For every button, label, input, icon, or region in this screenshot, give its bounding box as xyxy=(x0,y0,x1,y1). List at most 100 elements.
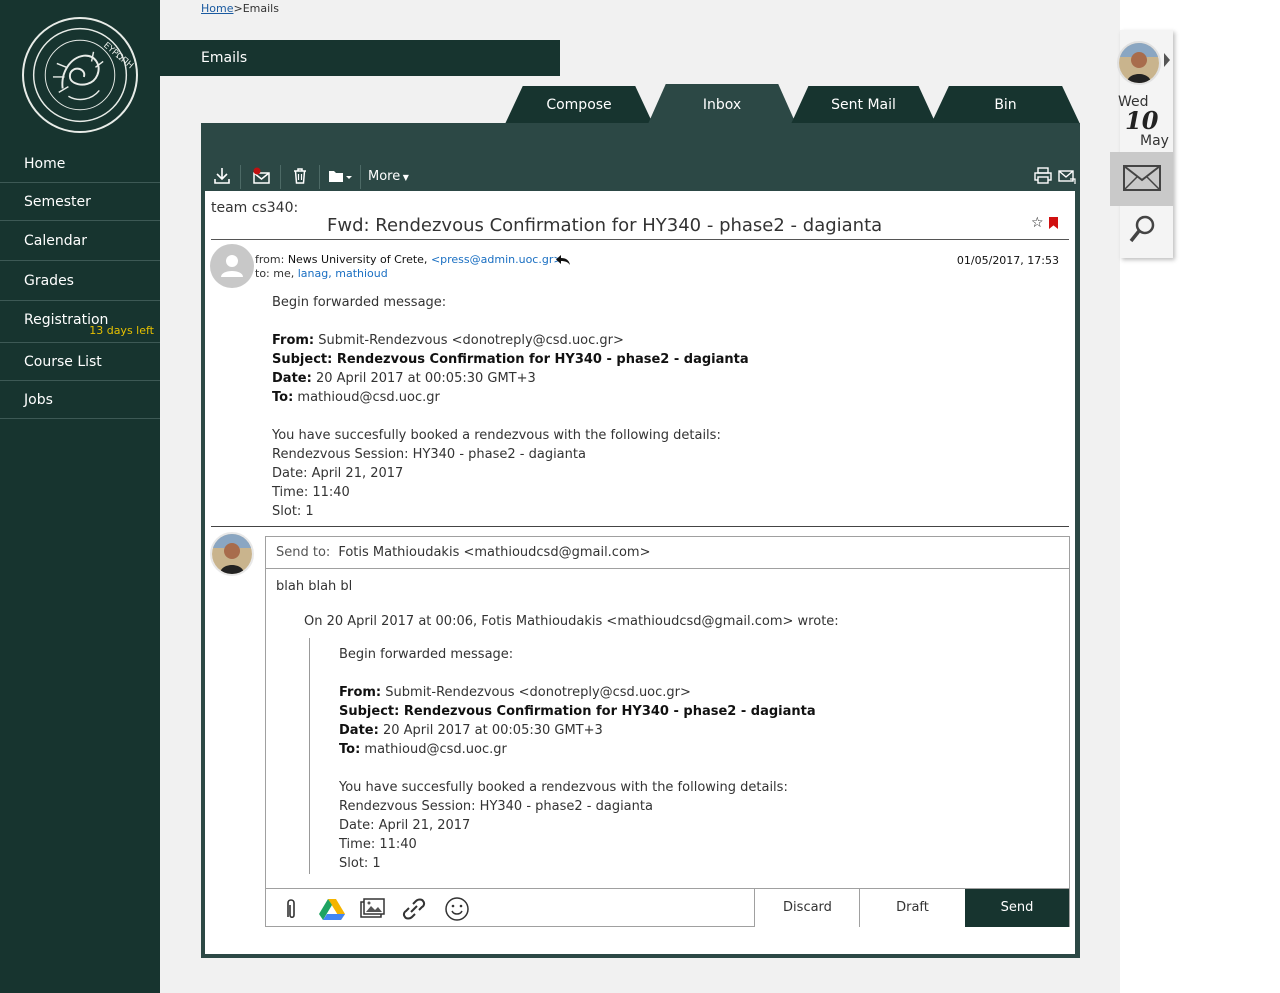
emoji-icon[interactable] xyxy=(443,895,471,923)
quote-to-value: mathioud@csd.uoc.gr xyxy=(364,742,507,757)
sender-name: News University of Crete, xyxy=(287,253,428,266)
svg-text:ΕΥΡΩΠΗ: ΕΥΡΩΠΗ xyxy=(101,41,135,72)
message-from: from: News University of Crete, <press@a… xyxy=(255,253,563,266)
mail-folder-label: team cs340: xyxy=(211,200,299,216)
quote-line: Rendezvous Session: HY340 - phase2 - dag… xyxy=(339,799,653,814)
reply-icon[interactable] xyxy=(555,253,571,271)
quote-header: On 20 April 2017 at 00:06, Fotis Mathiou… xyxy=(304,614,839,629)
quote-line: Slot: 1 xyxy=(339,856,381,871)
calendar-day: 10 xyxy=(1125,106,1159,135)
images-icon[interactable] xyxy=(358,895,386,923)
university-logo[interactable]: ΕΥΡΩΠΗ xyxy=(22,17,138,133)
page-title: Emails xyxy=(160,40,560,76)
send-to-field[interactable]: Send to: Fotis Mathioudakis <mathioudcsd@… xyxy=(266,537,1069,569)
sidebar-item-jobs[interactable]: Jobs xyxy=(0,381,160,419)
compose-footer: Discard Draft Send xyxy=(266,888,1069,927)
body-from-value: Submit-Rendezvous <donotreply@csd.uoc.gr… xyxy=(318,333,624,348)
sidebar-item-label: Semester xyxy=(24,194,91,210)
mail-icon xyxy=(1123,165,1161,191)
attachment-icon[interactable] xyxy=(278,895,306,923)
quote-to-label: To: xyxy=(339,742,361,757)
print-icon[interactable] xyxy=(1033,165,1053,189)
quote-line: You have succesfully booked a rendezvous… xyxy=(339,780,788,795)
body-date-label: Date: xyxy=(272,371,312,386)
more-label: More xyxy=(368,169,401,184)
sidebar-item-course-list[interactable]: Course List xyxy=(0,343,160,381)
quick-panel: Wed 10 May xyxy=(1110,30,1173,258)
send-to-value: Fotis Mathioudakis <mathioudcsd@gmail.co… xyxy=(338,545,651,560)
tab-label: Compose xyxy=(546,97,612,113)
body-intro: Begin forwarded message: xyxy=(272,295,447,310)
body-line: Date: April 21, 2017 xyxy=(272,466,404,481)
sender-email-link[interactable]: <press@admin.uoc.gr> xyxy=(431,253,563,266)
message-date: 01/05/2017, 17:53 xyxy=(956,254,1059,267)
user-avatar xyxy=(210,532,254,576)
quote-date-value: 20 April 2017 at 00:05:30 GMT+3 xyxy=(382,723,603,738)
mail-toolbar: More ▼ xyxy=(201,163,1080,191)
breadcrumb-home-link[interactable]: Home xyxy=(201,2,233,15)
quoted-message: Begin forwarded message: From: Submit-Re… xyxy=(339,645,816,873)
sidebar-item-semester[interactable]: Semester xyxy=(0,183,160,221)
search-icon[interactable] xyxy=(1126,212,1160,246)
body-from-label: From: xyxy=(272,333,315,348)
recipient-link[interactable]: mathioud xyxy=(335,267,387,280)
body-line: Time: 11:40 xyxy=(272,485,350,500)
subject-divider xyxy=(211,239,1069,240)
folder-move-icon[interactable] xyxy=(328,165,354,189)
more-dropdown[interactable]: More ▼ xyxy=(368,165,409,189)
sidebar-item-registration[interactable]: Registration 13 days left xyxy=(0,301,160,343)
body-line: Slot: 1 xyxy=(272,504,314,519)
draft-button[interactable]: Draft xyxy=(859,889,965,927)
quote-date-label: Date: xyxy=(339,723,379,738)
mail-shortcut[interactable] xyxy=(1110,152,1173,206)
breadcrumb: Home>Emails xyxy=(201,2,279,15)
sidebar: ΕΥΡΩΠΗ Home Semester Calendar Grades Reg… xyxy=(0,0,160,993)
google-drive-icon[interactable] xyxy=(318,895,346,923)
toolbar-divider xyxy=(280,165,281,189)
tab-inbox[interactable]: Inbox xyxy=(648,84,796,124)
breadcrumb-separator: > xyxy=(233,2,243,15)
profile-avatar[interactable] xyxy=(1117,41,1161,85)
tab-sent-mail[interactable]: Sent Mail xyxy=(791,86,936,124)
link-icon[interactable] xyxy=(400,895,428,923)
download-icon[interactable] xyxy=(213,165,231,189)
message-body: Begin forwarded message: From: Submit-Re… xyxy=(272,293,749,521)
toolbar-divider xyxy=(240,165,241,189)
mark-unread-icon[interactable] xyxy=(251,165,271,189)
sidebar-item-label: Course List xyxy=(24,354,102,370)
to-prefix: to: me, xyxy=(255,267,295,280)
tab-bin[interactable]: Bin xyxy=(931,86,1080,124)
body-line: You have succesfully booked a rendezvous… xyxy=(272,428,721,443)
quote-from-value: Submit-Rendezvous <donotreply@csd.uoc.gr… xyxy=(385,685,691,700)
reply-compose: Send to: Fotis Mathioudakis <mathioudcsd@… xyxy=(265,536,1070,927)
sidebar-nav: Home Semester Calendar Grades Registrati… xyxy=(0,145,160,419)
from-prefix: from: xyxy=(255,253,285,266)
registration-deadline-badge: 13 days left xyxy=(89,324,154,337)
sidebar-item-home[interactable]: Home xyxy=(0,145,160,183)
sidebar-item-grades[interactable]: Grades xyxy=(0,261,160,301)
quote-from-label: From: xyxy=(339,685,382,700)
message-to: to: me, lanag, mathioud xyxy=(255,267,388,280)
recipient-link[interactable]: lanag, xyxy=(298,267,332,280)
quote-line: Date: April 21, 2017 xyxy=(339,818,471,833)
sidebar-item-label: Grades xyxy=(24,273,74,289)
body-to-label: To: xyxy=(272,390,294,405)
sidebar-item-calendar[interactable]: Calendar xyxy=(0,221,160,261)
expand-arrow-icon[interactable] xyxy=(1164,53,1170,67)
breadcrumb-current: Emails xyxy=(242,2,279,15)
body-date-value: 20 April 2017 at 00:05:30 GMT+3 xyxy=(315,371,536,386)
sender-avatar xyxy=(210,244,254,288)
quote-subject: Subject: Rendezvous Confirmation for HY3… xyxy=(339,704,816,719)
tab-compose[interactable]: Compose xyxy=(505,86,653,124)
toolbar-divider xyxy=(319,165,320,189)
quote-bar xyxy=(309,638,310,874)
star-icon[interactable]: ☆ xyxy=(1031,215,1044,231)
trash-icon[interactable] xyxy=(291,165,309,189)
open-new-window-icon[interactable] xyxy=(1057,165,1077,189)
discard-button[interactable]: Discard xyxy=(754,889,860,927)
bookmark-icon[interactable] xyxy=(1049,217,1058,229)
quote-line: Time: 11:40 xyxy=(339,837,417,852)
send-button[interactable]: Send xyxy=(965,889,1069,927)
sidebar-item-label: Jobs xyxy=(24,392,53,408)
reply-body-input[interactable]: blah blah bl xyxy=(276,579,352,594)
